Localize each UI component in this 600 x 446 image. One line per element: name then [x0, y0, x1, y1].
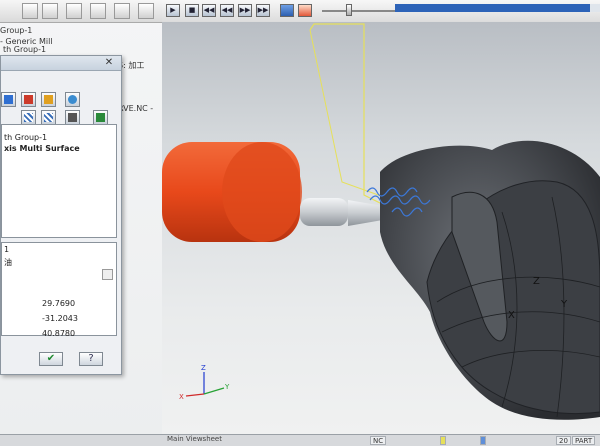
stop-button[interactable]: ■: [185, 4, 199, 17]
status-bar: NC 20 PART: [0, 434, 600, 446]
viewport-label: Main Viewsheet: [167, 435, 222, 443]
ok-button[interactable]: ✔: [39, 352, 63, 366]
operation-item[interactable]: xis Multi Surface: [4, 144, 80, 153]
pattern-glyph-icon: [44, 113, 53, 122]
tool-glyph-icon: [4, 95, 13, 104]
tool-shank: [300, 198, 348, 226]
fast-forward-button[interactable]: ▶▶: [256, 4, 270, 17]
info-glyph-icon: [68, 95, 77, 104]
holder-glyph-icon: [44, 95, 53, 104]
tool-holder-collar: [222, 142, 302, 242]
toolbar-button[interactable]: [138, 3, 154, 19]
tree-item[interactable]: RVE.NC -: [118, 104, 153, 113]
status-indicator: [480, 436, 486, 445]
cutter-glyph-icon: [24, 95, 33, 104]
operation-list[interactable]: th Group-1 xis Multi Surface: [1, 124, 117, 238]
save-icon[interactable]: [93, 110, 108, 125]
3d-viewport[interactable]: Z Y X Z Y X: [162, 22, 600, 434]
rewind-button[interactable]: ◀◀: [220, 4, 234, 17]
toolbar-button[interactable]: [90, 3, 106, 19]
param-label: 油: [4, 258, 12, 267]
operation-item[interactable]: th Group-1: [4, 133, 47, 142]
multiaxis-dialog: th Group-1 ✕ th Group-1 xis Multi Surfac…: [0, 45, 122, 375]
tool-display-icon[interactable]: [298, 4, 312, 17]
camera-glyph-icon: [68, 113, 77, 122]
parameters-panel: 1 油 29.7690 -31.2043 40.8780: [1, 242, 117, 338]
cutter-icon[interactable]: [21, 92, 36, 107]
toolbar-button[interactable]: [66, 3, 82, 19]
toolbar-button[interactable]: [22, 3, 38, 19]
pattern-glyph-icon: [24, 113, 33, 122]
pattern-icon[interactable]: [21, 110, 36, 125]
coord-value: 40.8780: [42, 329, 76, 338]
status-indicator: [440, 436, 446, 445]
view-triad: [185, 372, 225, 397]
toolbar-button[interactable]: [42, 3, 58, 19]
coord-value: 29.7690: [42, 299, 76, 308]
tree-toolbar: [0, 0, 162, 23]
simulation-progress-fill: [395, 4, 590, 12]
step-back-button[interactable]: ◀◀: [202, 4, 216, 17]
pattern-icon[interactable]: [41, 110, 56, 125]
triad-x-label: X: [179, 393, 184, 401]
help-button[interactable]: ?: [79, 352, 103, 366]
part-axis-y-label: Y: [560, 299, 568, 310]
holder-icon[interactable]: [41, 92, 56, 107]
play-button[interactable]: ▶: [166, 4, 180, 17]
save-glyph-icon: [96, 113, 105, 122]
triad-y-label: Y: [224, 383, 230, 391]
info-icon[interactable]: [65, 92, 80, 107]
step-forward-button[interactable]: ▶▶: [238, 4, 252, 17]
status-cell: PART: [572, 436, 596, 445]
coord-value: -31.2043: [42, 314, 78, 323]
speed-slider-thumb[interactable]: [346, 4, 352, 16]
scroll-thumb[interactable]: [102, 269, 113, 280]
tree-item[interactable]: Group-1: [0, 26, 32, 35]
tool-icon[interactable]: [1, 92, 16, 107]
status-cell: NC: [370, 436, 387, 445]
param-header: 1: [4, 245, 10, 254]
toolpath-display-icon[interactable]: [280, 4, 294, 17]
part-axis-x-label: X: [508, 310, 515, 321]
status-cell: 20: [556, 436, 571, 445]
camera-icon[interactable]: [65, 110, 80, 125]
simulation-scene: Z Y X Z Y X: [162, 23, 600, 420]
close-icon[interactable]: ✕: [103, 57, 115, 68]
toolbar-button[interactable]: [114, 3, 130, 19]
speed-slider-track[interactable]: [322, 10, 398, 12]
dialog-titlebar[interactable]: th Group-1 ✕: [1, 45, 121, 71]
tree-item: th Group-1: [3, 45, 47, 54]
part-axis-z-label: Z: [533, 276, 540, 287]
triad-z-label: Z: [201, 364, 206, 372]
simulation-progress-bar: [395, 4, 600, 12]
